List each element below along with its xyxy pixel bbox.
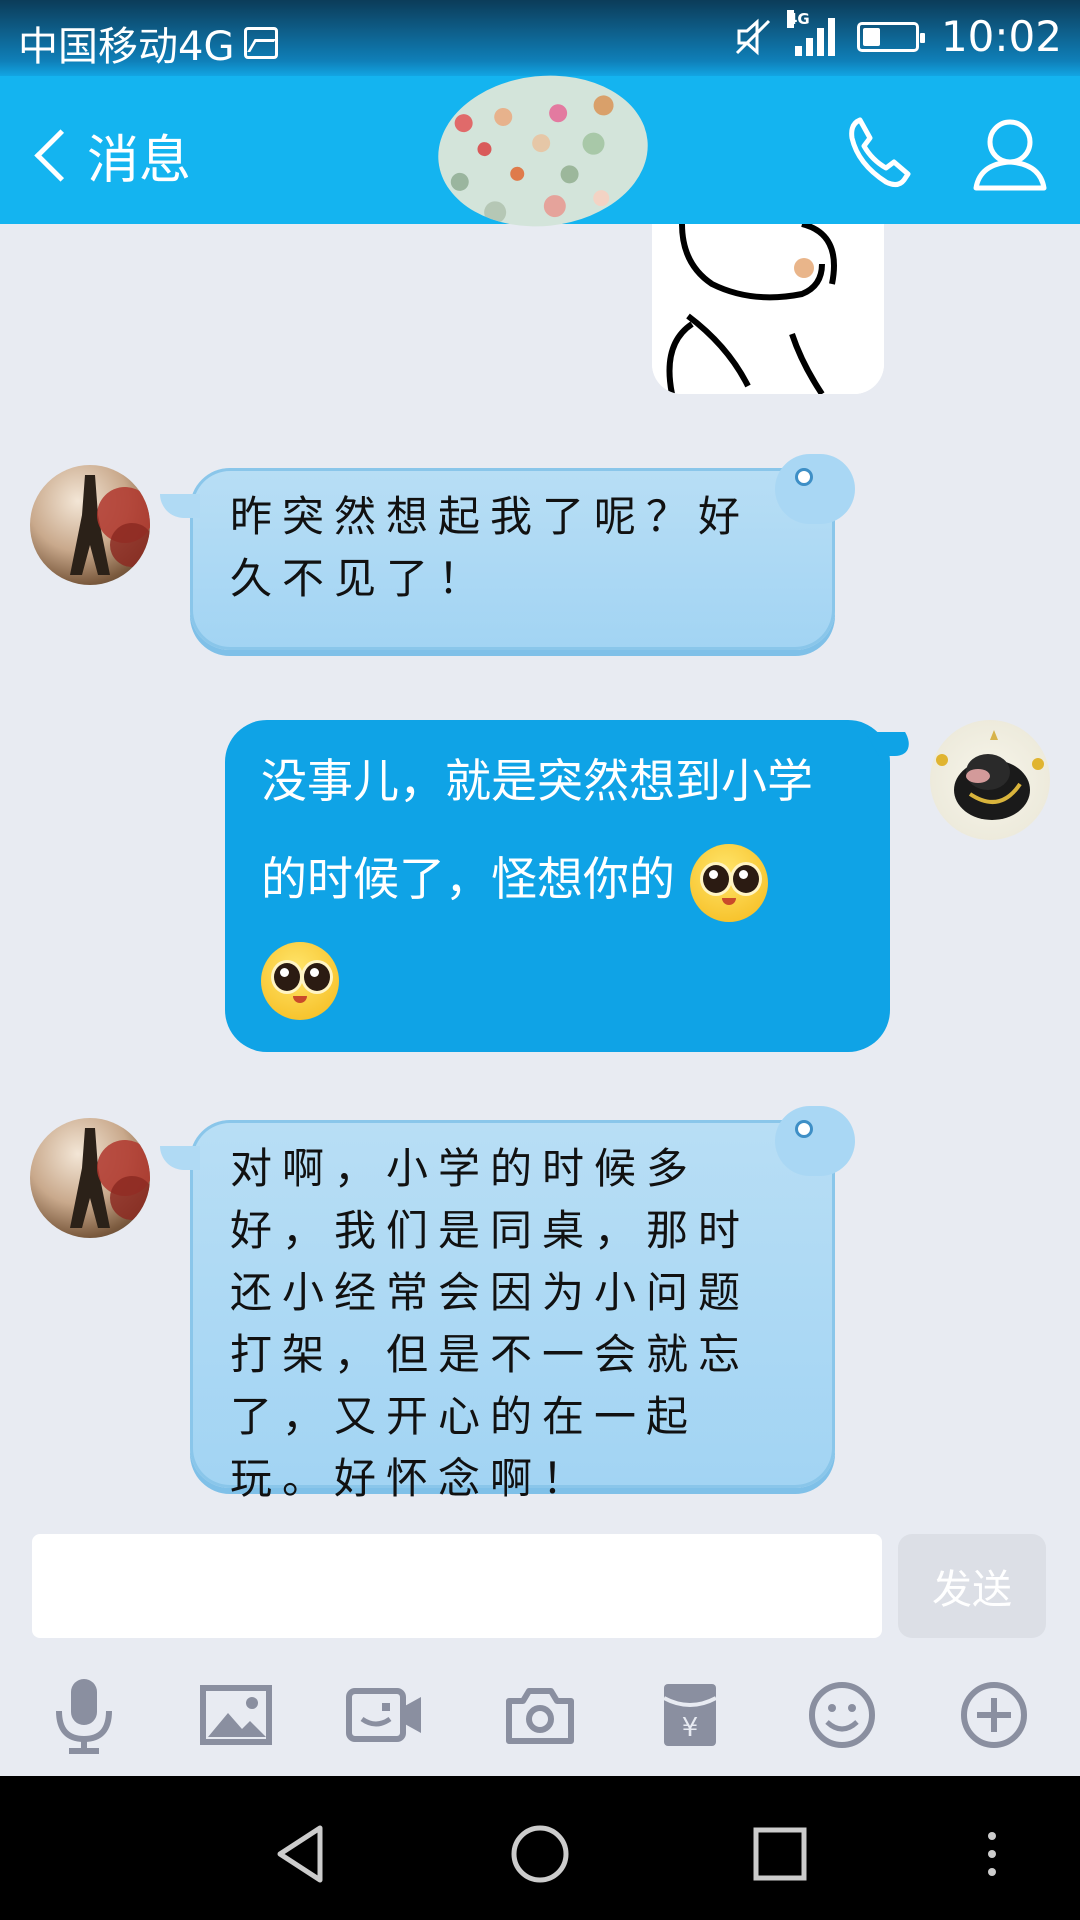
contact-avatar[interactable] [30, 1118, 150, 1238]
carrier-name: 中国移动4G [18, 24, 235, 70]
carrier-info: 中国移动4G [18, 14, 279, 72]
back-button[interactable]: 消息 [28, 118, 191, 193]
incoming-message-bubble[interactable]: 昨突然想起我了呢？好久不见了！ [160, 454, 855, 650]
blushing-emoji [689, 843, 768, 922]
bubble-ear-decoration [775, 1106, 855, 1176]
my-avatar[interactable] [930, 720, 1050, 840]
sticker-image-message[interactable] [652, 224, 884, 394]
home-circle-icon[interactable] [500, 1814, 580, 1894]
video-call-icon[interactable] [346, 1675, 426, 1755]
battery-icon [856, 21, 925, 52]
network-type-label: 4G [786, 9, 810, 28]
emoji-icon[interactable] [802, 1675, 882, 1755]
send-button[interactable]: 发送 [898, 1534, 1046, 1638]
back-triangle-icon[interactable] [262, 1814, 342, 1894]
outgoing-message-bubble[interactable]: 没事儿，就是突然想到小学的时候了，怪想你的 [225, 720, 890, 1052]
niffler-avatar-image [936, 730, 1044, 820]
screenshot-notification-icon [244, 27, 279, 59]
system-nav-bar [0, 1776, 1080, 1920]
message-input[interactable] [32, 1534, 882, 1638]
incoming-message-bubble[interactable]: 对啊，小学的时候多好，我们是同桌，那时还小经常会因为小问题打架，但是不一会就忘了… [160, 1106, 855, 1503]
message-text: 昨突然想起我了呢？好久不见了！ [230, 492, 751, 603]
back-label: 消息 [87, 131, 192, 191]
status-bar: 中国移动4G 4G 10:02 [0, 0, 1080, 76]
chat-header: 消息 [0, 65, 1080, 237]
plus-icon[interactable] [954, 1675, 1034, 1755]
svg-text:¥: ¥ [682, 1713, 699, 1743]
sticker-drawing [652, 224, 884, 394]
image-icon[interactable] [196, 1675, 276, 1755]
signal-icon: 4G [786, 9, 835, 56]
message-text: 对啊，小学的时候多好，我们是同桌，那时还小经常会因为小问题打架，但是不一会就忘了… [230, 1144, 751, 1503]
status-icons: 4G 10:02 [733, 9, 1062, 61]
mute-icon [735, 18, 771, 55]
chevron-left-icon [34, 129, 87, 182]
composer: 发送 [0, 1510, 1080, 1645]
camera-icon[interactable] [500, 1675, 580, 1755]
recents-square-icon[interactable] [740, 1814, 820, 1894]
eiffel-tower-image [70, 475, 150, 575]
contact-avatar[interactable] [30, 465, 150, 585]
eiffel-tower-image [70, 1128, 150, 1228]
clock: 10:02 [940, 12, 1062, 61]
contact-name-obscured [430, 65, 656, 237]
microphone-icon[interactable] [44, 1675, 124, 1755]
bubble-ear-decoration [775, 454, 855, 524]
blushing-emoji [261, 941, 339, 1020]
red-packet-icon[interactable]: ¥ [650, 1675, 730, 1755]
input-toolbar: ¥ [0, 1645, 1080, 1775]
person-icon[interactable] [968, 110, 1052, 194]
menu-dots-icon[interactable] [952, 1814, 1032, 1894]
phone-icon[interactable] [840, 110, 924, 194]
